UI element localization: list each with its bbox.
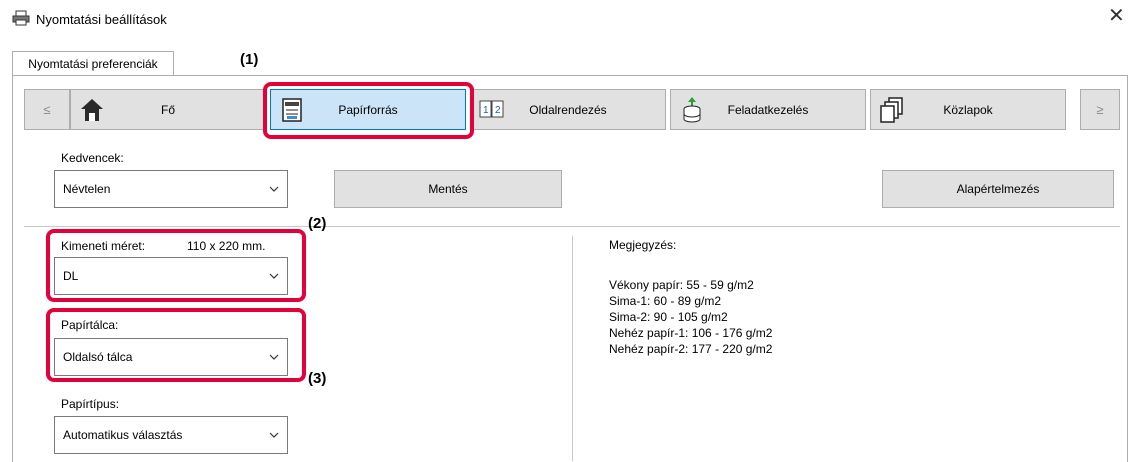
notes-title: Megjegyzés:: [609, 238, 677, 252]
notes-line: Sima-1: 60 - 89 g/m2: [609, 294, 722, 308]
nav-item-job-handling[interactable]: Feladatkezelés: [670, 89, 866, 130]
nav-item-label: Fő: [160, 102, 175, 117]
notes-line: Nehéz papír-2: 177 - 220 g/m2: [609, 342, 773, 356]
nav-item-label: Oldalrendezés: [529, 102, 607, 117]
highlight-paper-tray: [46, 308, 306, 382]
callout-1: (1): [240, 51, 259, 68]
highlight-paper-source: [263, 82, 474, 139]
nav-item-main[interactable]: Fő: [70, 89, 266, 130]
favorites-label: Kedvencek:: [61, 151, 124, 165]
nav-item-insert-pages[interactable]: Közlapok: [870, 89, 1066, 130]
callout-3: (3): [308, 370, 327, 387]
printer-icon: [12, 10, 30, 26]
nav-item-layout[interactable]: 1 2 Oldalrendezés: [470, 89, 666, 130]
nav-prev-button[interactable]: ≤: [24, 89, 70, 130]
nav-next-label: ≥: [1096, 102, 1104, 117]
highlight-output-size: [46, 229, 306, 302]
favorites-select[interactable]: Névtelen: [54, 170, 288, 208]
tab-print-preferences[interactable]: Nyomtatási preferenciák: [12, 51, 174, 76]
notes-line: Vékony papír: 55 - 59 g/m2: [609, 278, 754, 292]
paper-type-label: Papírtípus:: [61, 397, 120, 411]
default-button[interactable]: Alapértelmezés: [882, 170, 1114, 208]
nav-item-label: Közlapok: [943, 102, 993, 117]
section-divider: [572, 236, 573, 461]
close-icon[interactable]: ✕: [1108, 6, 1125, 26]
nav-item-label: Feladatkezelés: [727, 102, 809, 117]
chevron-down-icon: [269, 186, 279, 192]
callout-2: (2): [308, 215, 327, 232]
notes-line: Sima-2: 90 - 105 g/m2: [609, 310, 728, 324]
window-title: Nyomtatási beállítások: [36, 12, 167, 27]
divider: [24, 226, 1120, 227]
nav-prev-label: ≤: [43, 102, 51, 117]
save-button[interactable]: Mentés: [334, 170, 562, 208]
paper-type-select[interactable]: Automatikus választás: [54, 416, 288, 454]
chevron-down-icon: [269, 432, 279, 438]
favorites-value: Névtelen: [63, 182, 111, 196]
notes-line: Nehéz papír-1: 106 - 176 g/m2: [609, 326, 773, 340]
paper-type-value: Automatikus választás: [63, 428, 183, 442]
nav-next-button[interactable]: ≥: [1080, 89, 1120, 130]
